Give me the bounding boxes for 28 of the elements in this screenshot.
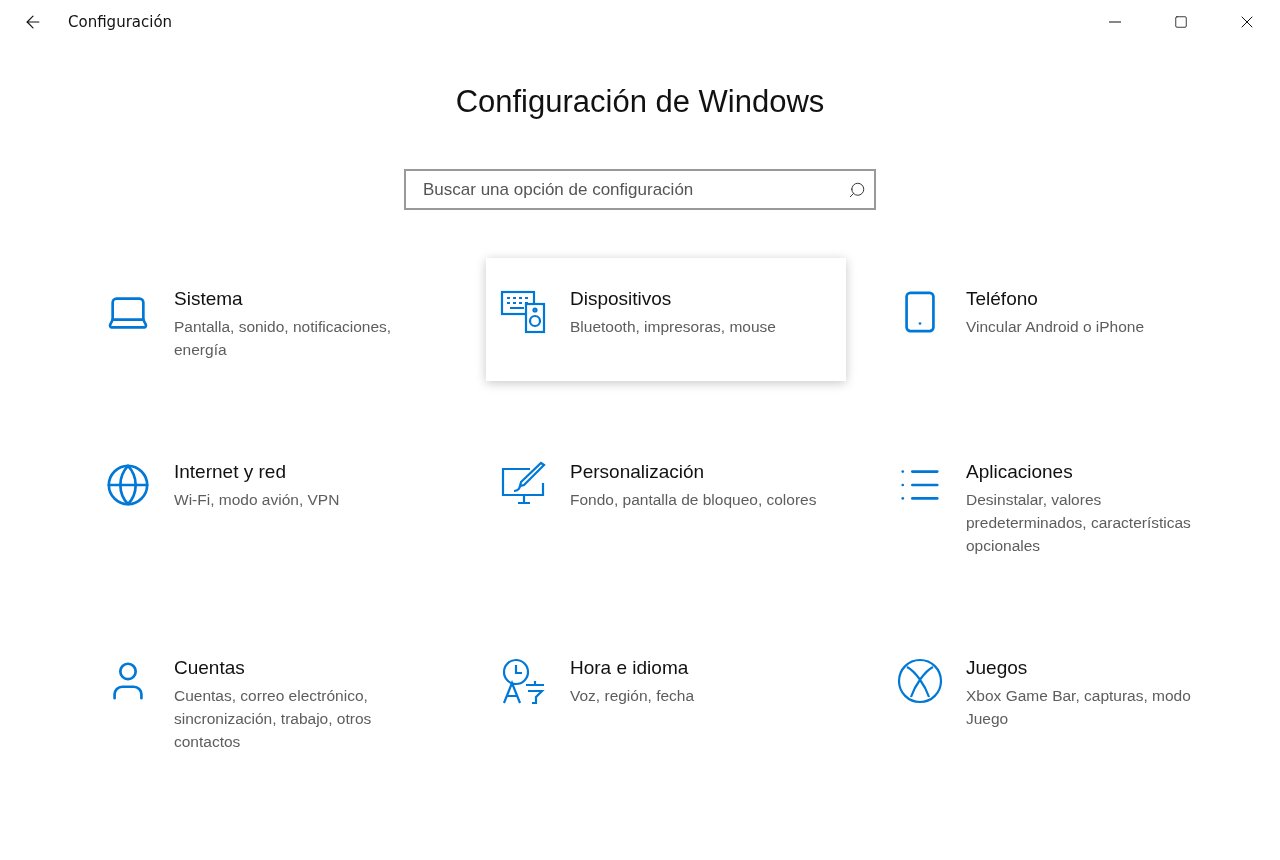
category-description: Vincular Android o iPhone [966, 317, 1145, 337]
category-description: Cuentas, correo electrónico, sincronización, trabajo, otros contactos [174, 686, 373, 752]
settings-category[interactable]: Dispositivos Bluetooth, impresoras, mouse [486, 258, 846, 381]
category-description: Voz, región, fecha [570, 686, 695, 706]
globe-icon [105, 462, 151, 508]
category-description: Bluetooth, impresoras, mouse [570, 317, 776, 337]
category-description: Desinstalar, valores predeterminados, características opcionales [966, 490, 1192, 556]
category-title: Cuentas [174, 657, 246, 679]
category-title: Aplicaciones [966, 461, 1074, 483]
category-description: Pantalla, sonido, notificaciones, energía [174, 317, 393, 360]
category-title: Sistema [174, 288, 244, 310]
search-icon [848, 180, 866, 199]
page-heading: Configuración de Windows [454, 84, 826, 120]
keyboard-speaker-icon [500, 288, 548, 336]
maximize-icon [1174, 15, 1188, 29]
category-title: Teléfono [966, 288, 1039, 310]
category-description: Wi-Fi, modo avión, VPN [174, 490, 340, 510]
xbox-icon [896, 657, 944, 705]
category-title: Hora e idioma [570, 657, 690, 679]
window-title: Configuración [68, 13, 174, 31]
search-field[interactable]: Buscar una opción de configuración [404, 169, 876, 210]
category-title: Juegos [966, 657, 1029, 679]
category-title: Internet y red [174, 461, 287, 483]
category-description: Fondo, pantalla de bloqueo, colores [570, 490, 817, 510]
category-title: Dispositivos [570, 288, 673, 310]
category-description: Xbox Game Bar, capturas, modo Juego [966, 686, 1192, 729]
category-title: Personalización [570, 461, 706, 483]
minimize-icon [1109, 21, 1121, 23]
